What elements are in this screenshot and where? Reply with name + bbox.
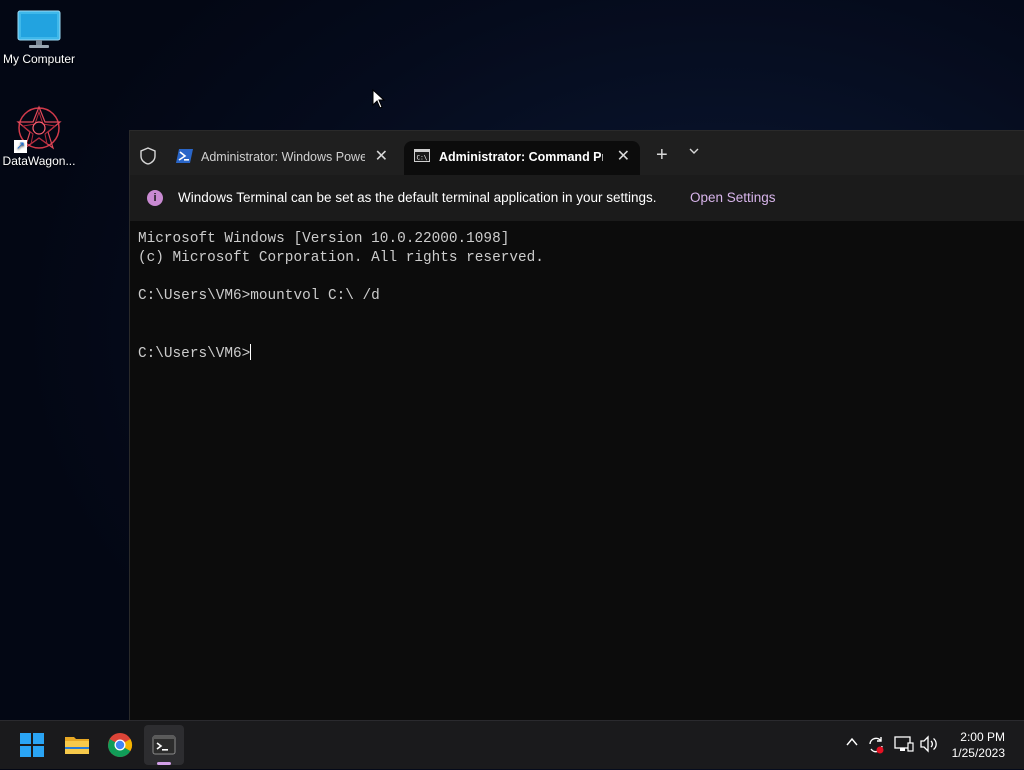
shortcut-arrow-icon: ↗	[14, 140, 27, 153]
chevron-down-icon[interactable]	[688, 145, 700, 157]
tab-powershell[interactable]: Administrator: Windows PowerShell ✕	[166, 141, 398, 175]
info-message: Windows Terminal can be set as the defau…	[178, 190, 657, 205]
taskbar-file-explorer[interactable]	[57, 725, 97, 765]
console-output[interactable]: Microsoft Windows [Version 10.0.22000.10…	[138, 230, 544, 363]
monitor-icon	[17, 10, 61, 48]
close-icon[interactable]: ✕	[375, 146, 388, 166]
command-prompt-icon: C:\	[414, 149, 430, 162]
taskbar-terminal[interactable]	[144, 725, 184, 765]
open-settings-link[interactable]: Open Settings	[690, 190, 776, 205]
system-clock[interactable]: 2:00 PM 1/25/2023	[952, 729, 1005, 761]
taskbar: 2:00 PM 1/25/2023	[0, 720, 1024, 769]
svg-text:C:\: C:\	[417, 155, 428, 162]
console-prompt-line[interactable]: C:\Users\VM6>	[138, 344, 544, 363]
tab-bar: Administrator: Windows PowerShell ✕ C:\ …	[130, 131, 1024, 175]
info-icon: i	[147, 190, 163, 206]
tab-title: Administrator: Command Prompt	[439, 150, 603, 164]
chrome-icon	[108, 733, 133, 758]
desktop-icon-my-computer[interactable]: My Computer	[0, 10, 78, 66]
text-caret	[250, 344, 252, 360]
desktop-icon-datawagon[interactable]: ↗ DataWagon...	[0, 104, 78, 168]
console-line: (c) Microsoft Corporation. All rights re…	[138, 250, 544, 266]
taskbar-chrome[interactable]	[100, 725, 140, 765]
chevron-up-icon[interactable]	[845, 735, 859, 749]
desktop-icon-label: My Computer	[2, 52, 76, 66]
sync-icon[interactable]	[866, 735, 886, 755]
clock-date: 1/25/2023	[951, 746, 1005, 760]
windows-logo-icon	[20, 733, 44, 757]
new-tab-button[interactable]: +	[656, 144, 668, 167]
mouse-cursor-icon	[372, 89, 386, 109]
console-prompt: C:\Users\VM6>	[138, 346, 251, 362]
terminal-window[interactable]: Administrator: Windows PowerShell ✕ C:\ …	[129, 130, 1024, 721]
tab-title: Administrator: Windows PowerShell	[201, 150, 365, 164]
shield-icon	[140, 147, 156, 165]
clock-time: 2:00 PM	[960, 730, 1005, 744]
powershell-icon	[176, 149, 193, 163]
tab-command-prompt[interactable]: C:\ Administrator: Command Prompt ✕	[404, 141, 640, 175]
close-icon[interactable]: ✕	[617, 146, 630, 166]
active-app-indicator	[157, 762, 171, 765]
network-icon[interactable]	[894, 735, 914, 753]
desktop-icon-label: DataWagon...	[2, 154, 76, 168]
console-line: Microsoft Windows [Version 10.0.22000.10…	[138, 231, 510, 247]
info-bar: i Windows Terminal can be set as the def…	[130, 175, 1024, 221]
console-line: C:\Users\VM6>mountvol C:\ /d	[138, 288, 380, 304]
terminal-icon	[152, 735, 176, 755]
start-button[interactable]	[12, 725, 52, 765]
folder-icon	[65, 737, 89, 754]
volume-icon[interactable]	[919, 735, 939, 753]
